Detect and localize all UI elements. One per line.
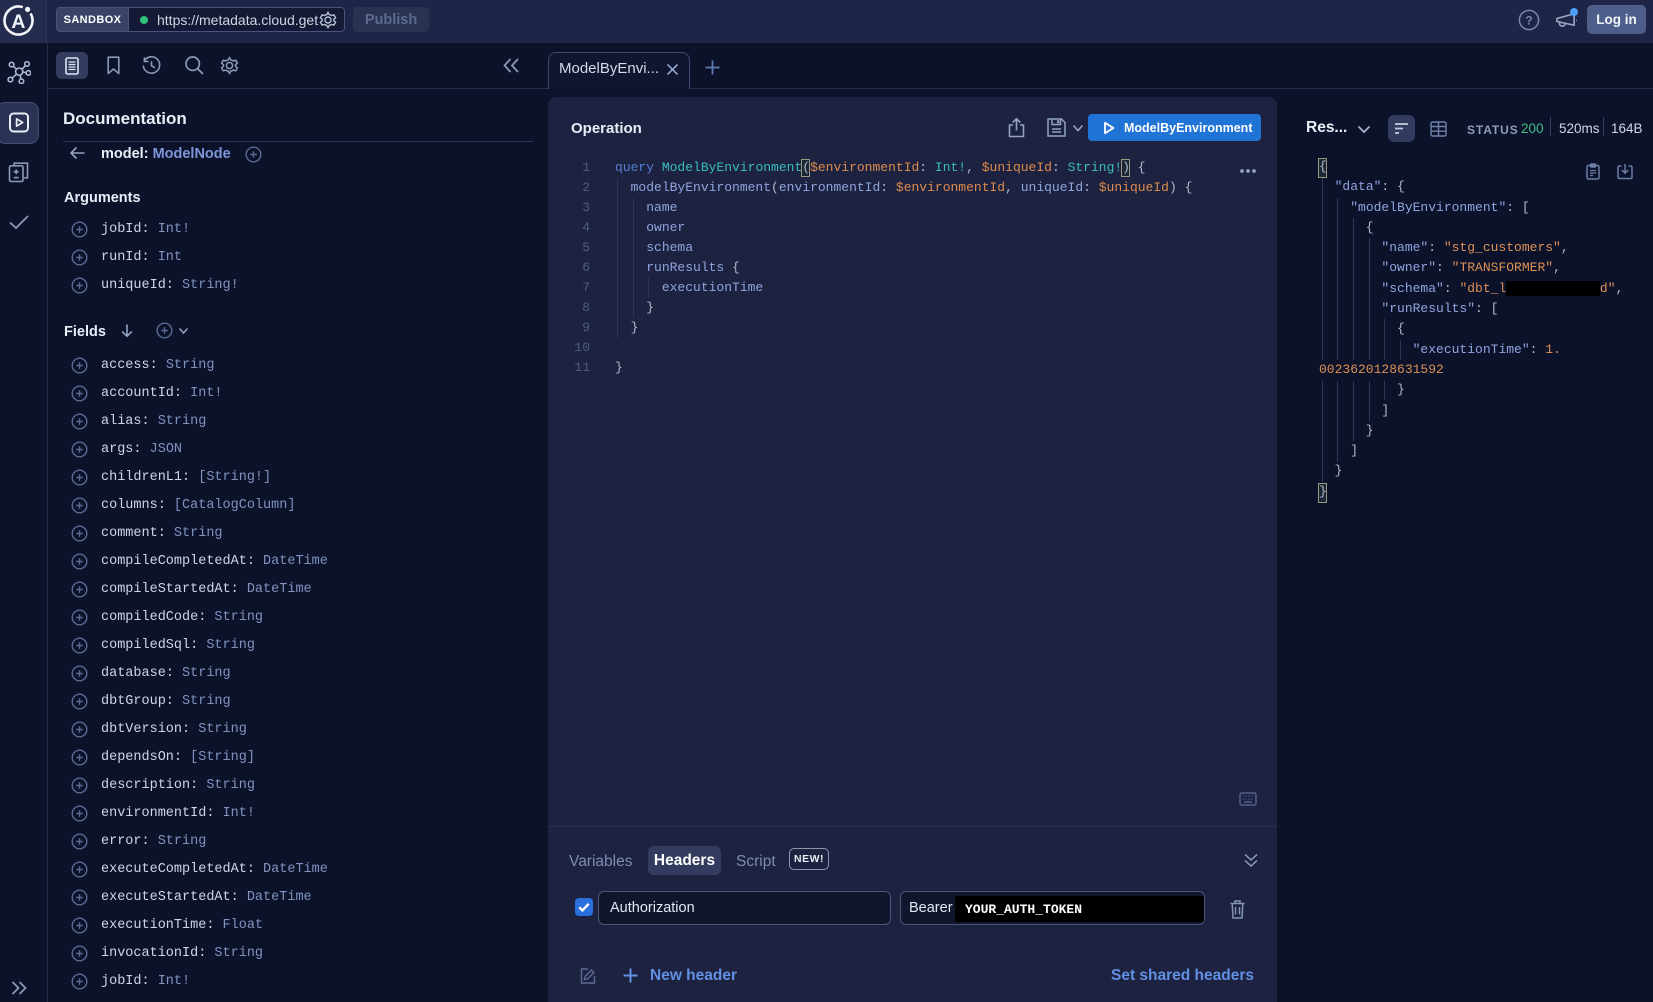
svg-text:A: A	[11, 11, 25, 33]
svg-text:?: ?	[1525, 13, 1532, 27]
